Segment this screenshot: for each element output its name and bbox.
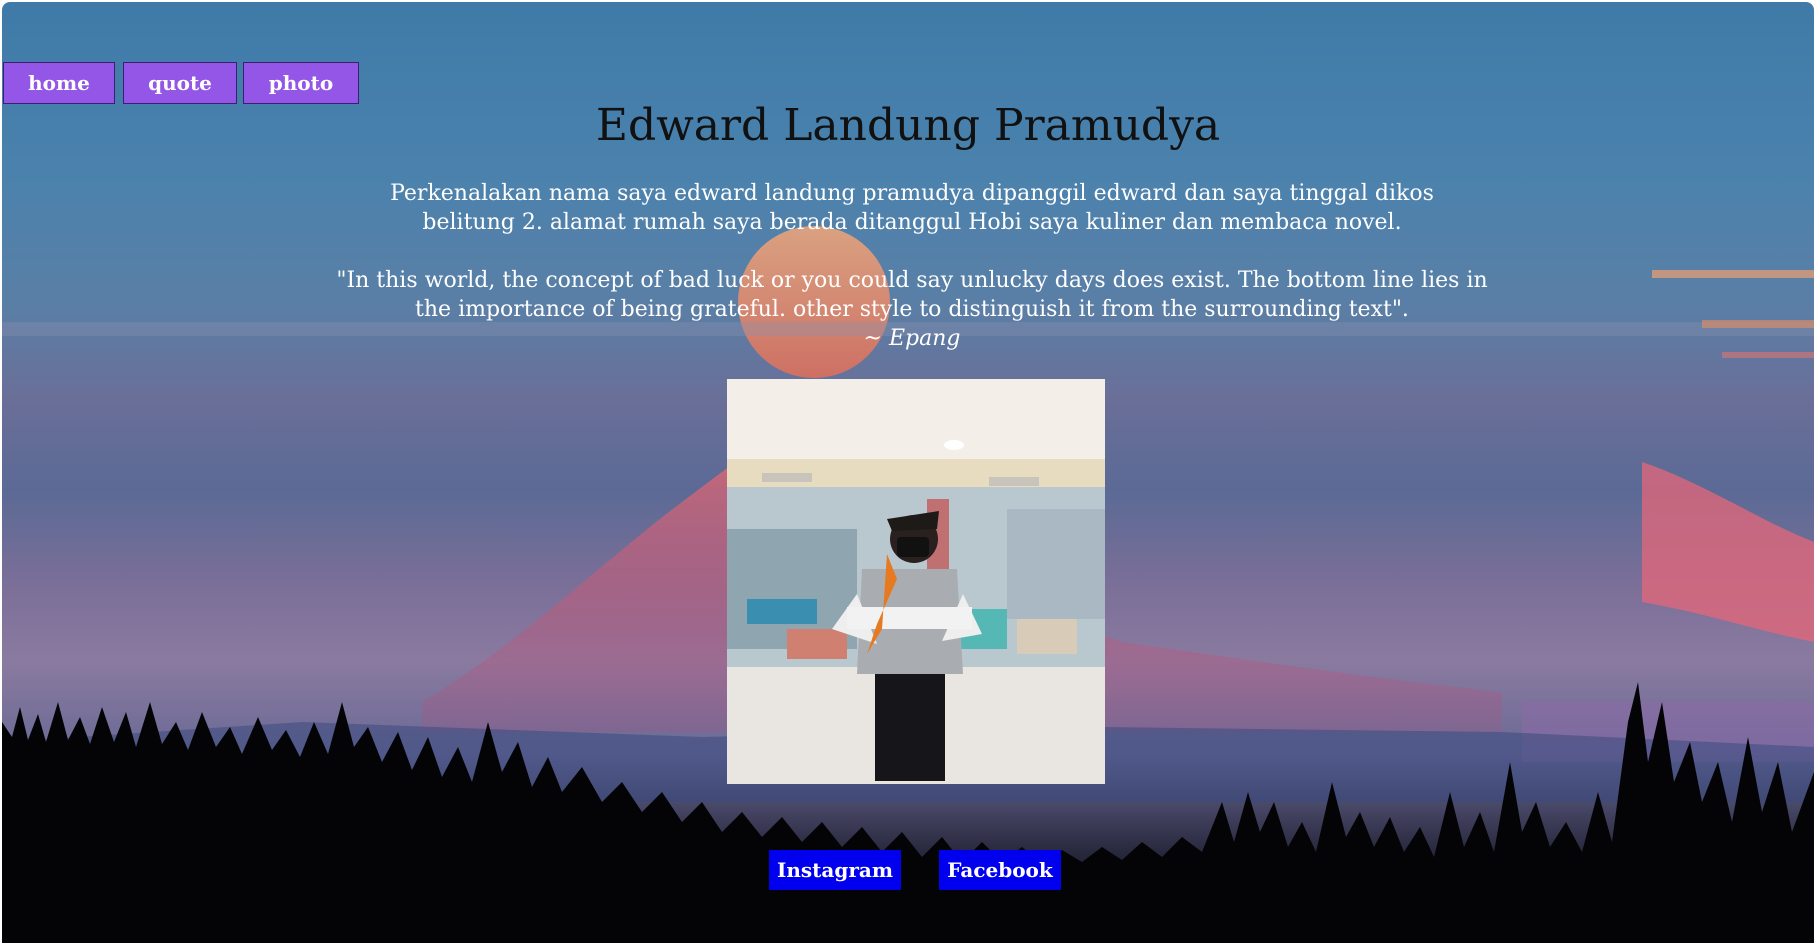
- nav-photo-button[interactable]: photo: [243, 62, 359, 104]
- page-content: home quote photo Edward Landung Pramudya…: [2, 2, 1814, 943]
- profile-photo: [727, 379, 1105, 784]
- quote-line-1: "In this world, the concept of bad luck …: [336, 268, 1488, 293]
- quote-block: "In this world, the concept of bad luck …: [332, 266, 1492, 353]
- intro-paragraph: Perkenalakan nama saya edward landung pr…: [332, 179, 1492, 237]
- intro-line-1: Perkenalakan nama saya edward landung pr…: [390, 181, 1434, 206]
- intro-line-2: belitung 2. alamat rumah saya berada dit…: [422, 210, 1402, 235]
- nav-home-button[interactable]: home: [3, 62, 115, 104]
- facebook-button[interactable]: Facebook: [939, 850, 1061, 890]
- quote-author-prefix: ~: [863, 326, 889, 351]
- quote-author-name: Epang: [888, 326, 961, 351]
- instagram-button[interactable]: Instagram: [769, 850, 901, 890]
- page-frame: home quote photo Edward Landung Pramudya…: [2, 2, 1814, 943]
- nav-quote-button[interactable]: quote: [123, 62, 237, 104]
- quote-line-2: the importance of being grateful. other …: [415, 297, 1409, 322]
- quote-author: ~ Epang: [332, 324, 1492, 353]
- page-title: Edward Landung Pramudya: [595, 100, 1221, 151]
